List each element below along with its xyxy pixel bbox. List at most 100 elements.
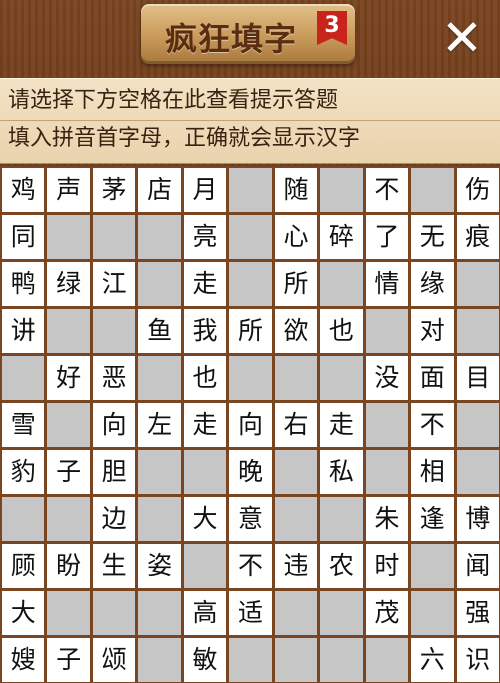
close-button[interactable]: ✕ — [440, 13, 484, 63]
grid-cell[interactable]: 缘 — [409, 260, 456, 308]
grid-cell[interactable]: 我 — [181, 307, 229, 355]
grid-cell[interactable]: 嫂 — [0, 636, 47, 683]
grid-cell[interactable]: 无 — [409, 213, 456, 261]
grid-cell[interactable]: 强 — [454, 589, 500, 637]
grid-cell[interactable]: 鸭 — [0, 260, 47, 308]
grid-cell[interactable]: 意 — [227, 495, 274, 543]
blocked-cell — [0, 354, 47, 402]
grid-cell[interactable]: 颂 — [90, 636, 138, 683]
blocked-cell — [136, 213, 183, 261]
blocked-cell — [409, 166, 456, 214]
grid-cell[interactable]: 走 — [181, 260, 229, 308]
blocked-cell — [136, 495, 183, 543]
grid-cell[interactable]: 子 — [45, 448, 92, 496]
grid-cell[interactable]: 大 — [0, 589, 47, 637]
grid-cell[interactable]: 绿 — [45, 260, 92, 308]
grid-cell[interactable]: 向 — [227, 401, 274, 449]
blocked-cell — [136, 589, 183, 637]
grid-cell[interactable]: 胆 — [90, 448, 138, 496]
blocked-cell — [454, 401, 500, 449]
grid-cell[interactable]: 适 — [227, 589, 274, 637]
grid-cell[interactable]: 高 — [181, 589, 229, 637]
grid-cell[interactable]: 欲 — [272, 307, 320, 355]
grid-cell[interactable]: 对 — [409, 307, 456, 355]
grid-cell[interactable]: 不 — [409, 401, 456, 449]
hint-panel: 请选择下方空格在此查看提示答题 填入拼音首字母，正确就会显示汉字 — [0, 78, 500, 164]
grid-cell[interactable]: 六 — [409, 636, 456, 683]
grid-cell[interactable]: 茅 — [90, 166, 138, 214]
grid-cell[interactable]: 也 — [318, 307, 365, 355]
grid-cell[interactable]: 识 — [454, 636, 500, 683]
grid-cell[interactable]: 不 — [363, 166, 411, 214]
grid-cell[interactable]: 豹 — [0, 448, 47, 496]
grid-cell[interactable]: 鸡 — [0, 166, 47, 214]
grid-cell[interactable]: 边 — [90, 495, 138, 543]
grid-cell[interactable]: 痕 — [454, 213, 500, 261]
grid-cell[interactable]: 私 — [318, 448, 365, 496]
grid-cell[interactable]: 月 — [181, 166, 229, 214]
grid-cell[interactable]: 农 — [318, 542, 365, 590]
grid-cell[interactable]: 讲 — [0, 307, 47, 355]
grid-cell[interactable]: 生 — [90, 542, 138, 590]
grid-cell[interactable]: 情 — [363, 260, 411, 308]
grid-cell[interactable]: 也 — [181, 354, 229, 402]
grid-cell[interactable]: 闻 — [454, 542, 500, 590]
grid-cell[interactable]: 心 — [272, 213, 320, 261]
grid-cell[interactable]: 雪 — [0, 401, 47, 449]
grid-cell[interactable]: 博 — [454, 495, 500, 543]
grid-cell[interactable]: 茂 — [363, 589, 411, 637]
grid-cell[interactable]: 所 — [272, 260, 320, 308]
blocked-cell — [136, 448, 183, 496]
grid-cell[interactable]: 顾 — [0, 542, 47, 590]
grid-cell[interactable]: 盼 — [45, 542, 92, 590]
blocked-cell — [318, 495, 365, 543]
grid-cell[interactable]: 恶 — [90, 354, 138, 402]
grid-cell[interactable]: 向 — [90, 401, 138, 449]
grid-cell[interactable]: 声 — [45, 166, 92, 214]
grid-cell[interactable]: 随 — [272, 166, 320, 214]
grid-cell[interactable]: 逢 — [409, 495, 456, 543]
blocked-cell — [272, 636, 320, 683]
grid-cell[interactable]: 亮 — [181, 213, 229, 261]
grid-cell[interactable]: 姿 — [136, 542, 183, 590]
hint-line-2: 填入拼音首字母，正确就会显示汉字 — [8, 126, 361, 151]
blocked-cell — [318, 260, 365, 308]
grid-cell[interactable]: 敏 — [181, 636, 229, 683]
grid-cell[interactable]: 好 — [45, 354, 92, 402]
grid-cell[interactable]: 目 — [454, 354, 500, 402]
grid-cell[interactable]: 朱 — [363, 495, 411, 543]
game-screen: 疯狂填字 3 ✕ 请选择下方空格在此查看提示答题 填入拼音首字母，正确就会显示汉… — [0, 0, 500, 683]
grid-cell[interactable]: 时 — [363, 542, 411, 590]
game-title: 疯狂填字 — [164, 20, 297, 58]
blocked-cell — [136, 260, 183, 308]
grid-cell[interactable]: 不 — [227, 542, 274, 590]
grid-cell[interactable]: 走 — [318, 401, 365, 449]
blocked-cell — [454, 307, 500, 355]
grid-cell[interactable]: 相 — [409, 448, 456, 496]
grid-cell[interactable]: 江 — [90, 260, 138, 308]
blocked-cell — [318, 589, 365, 637]
blocked-cell — [136, 636, 183, 683]
grid-cell[interactable]: 没 — [363, 354, 411, 402]
grid-cell[interactable]: 了 — [363, 213, 411, 261]
grid-cell[interactable]: 右 — [272, 401, 320, 449]
grid-cell[interactable]: 左 — [136, 401, 183, 449]
grid-cell[interactable]: 违 — [272, 542, 320, 590]
grid-cell[interactable]: 面 — [409, 354, 456, 402]
blocked-cell — [181, 448, 229, 496]
grid-cell[interactable]: 所 — [227, 307, 274, 355]
grid-cell[interactable]: 走 — [181, 401, 229, 449]
blocked-cell — [272, 495, 320, 543]
blocked-cell — [318, 166, 365, 214]
blocked-cell — [363, 636, 411, 683]
grid-cell[interactable]: 子 — [45, 636, 92, 683]
grid-cell[interactable]: 碎 — [318, 213, 365, 261]
blocked-cell — [272, 448, 320, 496]
grid-cell[interactable]: 晚 — [227, 448, 274, 496]
grid-cell[interactable]: 店 — [136, 166, 183, 214]
grid-cell[interactable]: 伤 — [454, 166, 500, 214]
grid-cell[interactable]: 同 — [0, 213, 47, 261]
grid-cell[interactable]: 大 — [181, 495, 229, 543]
hint-line-1: 请选择下方空格在此查看提示答题 — [8, 88, 339, 113]
grid-cell[interactable]: 鱼 — [136, 307, 183, 355]
